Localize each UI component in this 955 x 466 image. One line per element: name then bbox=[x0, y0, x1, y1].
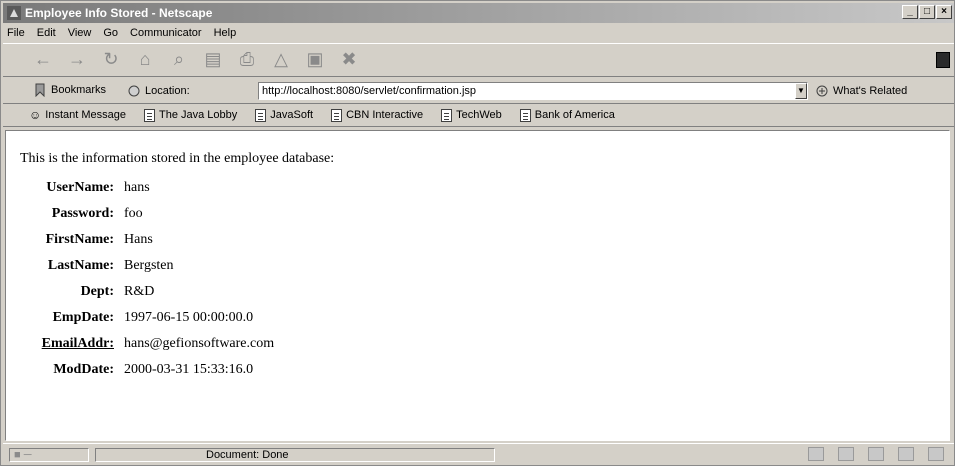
field-value: hans@gefionsoftware.com bbox=[124, 336, 275, 351]
field-row-moddate: ModDate: 2000-03-31 15:33:16.0 bbox=[20, 357, 274, 383]
netscape-app-icon bbox=[7, 6, 21, 20]
window-title: Employee Info Stored - Netscape bbox=[25, 6, 213, 20]
bookmark-label: JavaSoft bbox=[270, 109, 314, 121]
bookmark-label: CBN Interactive bbox=[346, 109, 424, 121]
field-label: ModDate: bbox=[53, 362, 114, 377]
search-icon[interactable]: ⌕ bbox=[169, 48, 189, 70]
bookmark-label: TechWeb bbox=[456, 109, 502, 121]
forward-icon[interactable]: → bbox=[67, 48, 87, 70]
bookmark-java-lobby[interactable]: The Java Lobby bbox=[143, 108, 238, 122]
bookmark-label: Bank of America bbox=[534, 109, 615, 121]
field-value: Bergsten bbox=[124, 258, 174, 273]
print-icon[interactable]: ⎙ bbox=[237, 48, 257, 70]
employee-info-table: UserName: hans Password: foo FirstName: … bbox=[20, 175, 274, 383]
document-icon bbox=[441, 108, 453, 122]
field-label: FirstName: bbox=[45, 232, 114, 247]
document-icon bbox=[143, 108, 155, 122]
bookmark-techweb[interactable]: TechWeb bbox=[441, 108, 502, 122]
bookmark-icon bbox=[35, 83, 45, 97]
menu-edit[interactable]: Edit bbox=[37, 27, 56, 39]
bookmarks-button[interactable]: Bookmarks bbox=[33, 83, 106, 97]
maximize-button[interactable]: □ bbox=[919, 5, 935, 19]
location-toolbar: Bookmarks Location: ▼ What's Related bbox=[3, 78, 954, 104]
field-row-emailaddr: EmailAddr: hans@gefionsoftware.com bbox=[20, 331, 274, 357]
field-value: 1997-06-15 00:00:00.0 bbox=[124, 310, 254, 325]
stop-icon[interactable]: ✖ bbox=[339, 48, 359, 70]
personal-toolbar: ☺ Instant Message The Java Lobby JavaSof… bbox=[3, 105, 954, 127]
field-label: EmailAddr: bbox=[41, 336, 114, 351]
document-icon bbox=[255, 108, 267, 122]
bookmark-instant-message[interactable]: ☺ Instant Message bbox=[29, 108, 126, 122]
navigator-icon[interactable] bbox=[808, 447, 824, 461]
shop-icon[interactable]: ▣ bbox=[305, 48, 325, 70]
field-value: foo bbox=[124, 206, 143, 221]
minimize-button[interactable]: _ bbox=[902, 5, 918, 19]
mail-icon[interactable] bbox=[838, 447, 854, 461]
intro-text: This is the information stored in the em… bbox=[20, 151, 335, 166]
document-icon bbox=[519, 108, 531, 122]
field-label: UserName: bbox=[46, 180, 114, 195]
bookmark-javasoft[interactable]: JavaSoft bbox=[255, 108, 313, 122]
field-label: LastName: bbox=[47, 258, 114, 273]
menu-communicator[interactable]: Communicator bbox=[130, 27, 202, 39]
composer-icon[interactable] bbox=[898, 447, 914, 461]
back-icon[interactable]: ← bbox=[33, 48, 53, 70]
whats-related-button[interactable]: What's Related bbox=[815, 84, 907, 98]
menu-view[interactable]: View bbox=[68, 27, 92, 39]
menu-go[interactable]: Go bbox=[103, 27, 118, 39]
url-dropdown-button[interactable]: ▼ bbox=[795, 83, 807, 99]
field-value: R&D bbox=[124, 284, 155, 299]
status-bar: ■ ─ Document: Done bbox=[3, 443, 954, 465]
security-indicator[interactable]: ■ ─ bbox=[9, 448, 89, 462]
field-value: hans bbox=[124, 180, 150, 195]
reload-icon[interactable]: ↻ bbox=[101, 48, 121, 70]
location-label-group: Location: bbox=[127, 84, 190, 98]
browser-window: Employee Info Stored - Netscape _ □ × Fi… bbox=[0, 0, 955, 466]
location-label: Location: bbox=[145, 85, 190, 97]
field-label: Password: bbox=[51, 206, 114, 221]
bookmark-label: Instant Message bbox=[45, 109, 126, 121]
bookmark-cbn-interactive[interactable]: CBN Interactive bbox=[331, 108, 423, 122]
related-icon bbox=[816, 85, 828, 97]
field-row-firstname: FirstName: Hans bbox=[20, 227, 274, 253]
people-icon[interactable] bbox=[928, 447, 944, 461]
field-row-empdate: EmpDate: 1997-06-15 00:00:00.0 bbox=[20, 305, 274, 331]
menu-bar: File Edit View Go Communicator Help bbox=[3, 24, 954, 42]
field-label: Dept: bbox=[80, 284, 114, 299]
close-button[interactable]: × bbox=[936, 5, 952, 19]
document-icon bbox=[331, 108, 343, 122]
home-icon[interactable]: ⌂ bbox=[135, 48, 155, 70]
discussion-icon[interactable] bbox=[868, 447, 884, 461]
bookmark-bank-of-america[interactable]: Bank of America bbox=[519, 108, 615, 122]
page-proxy-icon[interactable] bbox=[127, 84, 141, 98]
field-row-password: Password: foo bbox=[20, 201, 274, 227]
menu-help[interactable]: Help bbox=[214, 27, 237, 39]
bookmarks-label: Bookmarks bbox=[51, 84, 107, 96]
whats-related-label: What's Related bbox=[833, 85, 908, 97]
bookmark-label: The Java Lobby bbox=[158, 109, 238, 121]
field-row-username: UserName: hans bbox=[20, 175, 274, 201]
field-label: EmpDate: bbox=[52, 310, 114, 325]
field-row-dept: Dept: R&D bbox=[20, 279, 274, 305]
menu-file[interactable]: File bbox=[7, 27, 25, 39]
status-text: Document: Done bbox=[95, 448, 495, 462]
field-value: Hans bbox=[124, 232, 153, 247]
component-bar bbox=[808, 447, 944, 461]
title-bar: Employee Info Stored - Netscape _ □ × bbox=[3, 3, 954, 23]
page-content: This is the information stored in the em… bbox=[5, 130, 950, 441]
navigation-toolbar: ← → ↻ ⌂ ⌕ ▤ ⎙ △ ▣ ✖ bbox=[3, 43, 954, 77]
security-icon[interactable]: △ bbox=[271, 48, 291, 70]
url-input[interactable] bbox=[258, 82, 808, 100]
netscape-icon[interactable]: ▤ bbox=[203, 48, 223, 70]
people-icon: ☺ bbox=[29, 108, 42, 122]
field-row-lastname: LastName: Bergsten bbox=[20, 253, 274, 279]
field-value: 2000-03-31 15:33:16.0 bbox=[124, 362, 254, 377]
throbber-logo[interactable] bbox=[936, 52, 950, 68]
